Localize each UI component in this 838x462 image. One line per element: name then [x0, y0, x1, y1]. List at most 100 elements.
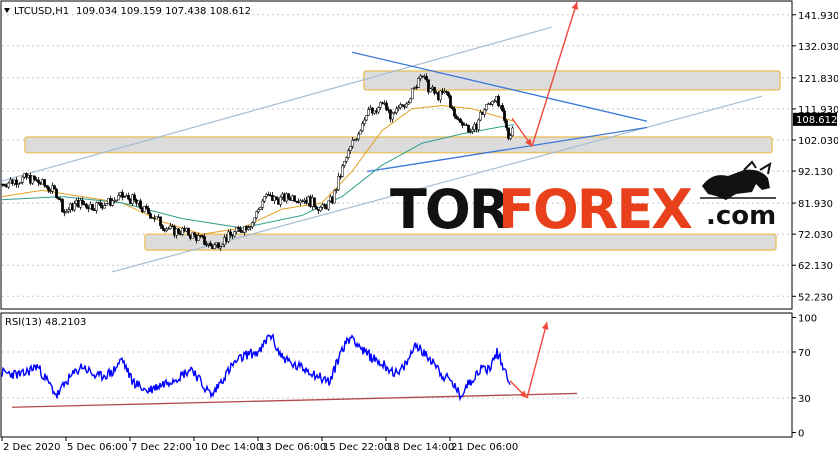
sr-zone [24, 136, 773, 154]
candle-body [229, 231, 232, 236]
candle-body [347, 150, 350, 158]
candle-body [425, 76, 428, 81]
candle-body [105, 203, 108, 206]
candle-body [471, 129, 474, 132]
price-tick-label: 72.030 [798, 230, 833, 241]
candle-body [483, 109, 486, 115]
watermark-com: .com [706, 201, 776, 231]
candle-body [361, 123, 364, 132]
candle-body [409, 98, 412, 103]
candle-body [33, 175, 36, 180]
rsi-tick-label: 100 [798, 313, 817, 324]
candle-body [503, 110, 506, 121]
candle-body [261, 200, 264, 208]
candle-body [293, 195, 296, 202]
candle-body [363, 119, 366, 125]
candle-body [341, 165, 344, 177]
candle-body [449, 95, 452, 108]
candle-body [253, 217, 256, 223]
candle-body [327, 200, 330, 210]
price-tick-label: 81.930 [798, 199, 833, 210]
candle-body [259, 207, 262, 210]
candle-body [117, 195, 120, 201]
candle-body [187, 227, 190, 236]
candle-body [315, 206, 318, 210]
candle-body [21, 176, 24, 183]
candle-body [3, 183, 6, 187]
candle-body [367, 109, 370, 116]
rsi-panel-frame [0, 312, 793, 438]
ohlc-values: 109.034 109.159 107.438 108.612 [76, 6, 251, 17]
time-tick-label: 15 Dec 22:00 [323, 442, 390, 453]
candle-body [7, 182, 10, 188]
candle-body [351, 140, 354, 147]
current-price-marker: 108.612 [793, 112, 837, 126]
candle-body [411, 88, 414, 100]
time-tick-label: 2 Dec 2020 [3, 442, 61, 453]
trading-chart-window: TOR FOREX .com 141.930 132.030 121.830 111.… [0, 0, 838, 458]
candle-body [37, 179, 40, 184]
candle-body [209, 242, 212, 247]
candle-body [133, 194, 136, 201]
candle-body [345, 157, 348, 162]
candle-body [111, 200, 114, 206]
candle-body [509, 135, 512, 139]
candle-body [255, 211, 258, 219]
candle-body [257, 209, 260, 212]
candle-body [177, 228, 180, 234]
candle-body [239, 228, 242, 233]
candle-body [477, 119, 480, 130]
candle-body [99, 202, 102, 206]
candle-body [337, 176, 340, 190]
candle-body [453, 108, 456, 117]
candle-body [203, 236, 206, 245]
rsi-tick-label: 70 [798, 348, 811, 359]
candle-body [213, 244, 216, 249]
candle-body [349, 146, 352, 152]
candle-body [85, 204, 88, 208]
price-tick-label: 92.130 [798, 167, 833, 178]
candle-body [81, 199, 84, 205]
price-tick-label: 121.830 [798, 74, 838, 85]
chart-header: LTCUSD,H1 109.034 109.159 107.438 108.61… [4, 6, 251, 17]
candle-body [447, 92, 450, 97]
price-axis-ticks: 141.930132.030121.830111.930102.03092.13… [792, 11, 838, 303]
time-tick-label: 21 Dec 06:00 [451, 442, 518, 453]
candle-body [95, 202, 98, 211]
rsi-axis-ticks: 100 70 30 0 [792, 313, 817, 440]
candle-body [385, 102, 388, 110]
symbol-label: LTCUSD,H1 [14, 6, 69, 17]
candle-body [357, 133, 360, 140]
rsi-tick-label: 0 [798, 429, 804, 440]
candle-body [127, 195, 130, 200]
candle-body [53, 185, 56, 190]
candle-body [365, 115, 368, 121]
candle-body [43, 179, 46, 186]
price-tick-label: 52.230 [798, 292, 833, 303]
price-tick-label: 132.030 [798, 42, 838, 53]
time-axis-ticks: 2 Dec 2020 5 Dec 06:00 7 Dec 22:00 10 Dec 1… [1, 437, 518, 453]
candle-body [405, 103, 408, 108]
rsi-header: RSI(13) 48.2103 [5, 317, 86, 328]
candle-body [263, 196, 266, 202]
candle-body [251, 222, 254, 228]
candle-body [485, 103, 488, 110]
watermark-tor: TOR [390, 178, 510, 241]
candle-body [319, 206, 322, 211]
candle-body [221, 244, 224, 248]
candle-body [193, 232, 196, 236]
candle-body [313, 197, 316, 208]
candle-body [343, 161, 346, 166]
candle-body [47, 186, 50, 191]
candle-body [391, 113, 394, 120]
candle-body [149, 213, 152, 219]
candle-body [61, 198, 64, 213]
rsi-tick-label: 30 [798, 394, 811, 405]
candle-body [233, 231, 236, 237]
candle-body [359, 130, 362, 135]
time-tick-label: 18 Dec 14:00 [387, 442, 454, 453]
candle-body [73, 203, 76, 211]
candle-body [395, 108, 398, 113]
candle-body [417, 78, 420, 88]
candle-body [333, 190, 336, 204]
